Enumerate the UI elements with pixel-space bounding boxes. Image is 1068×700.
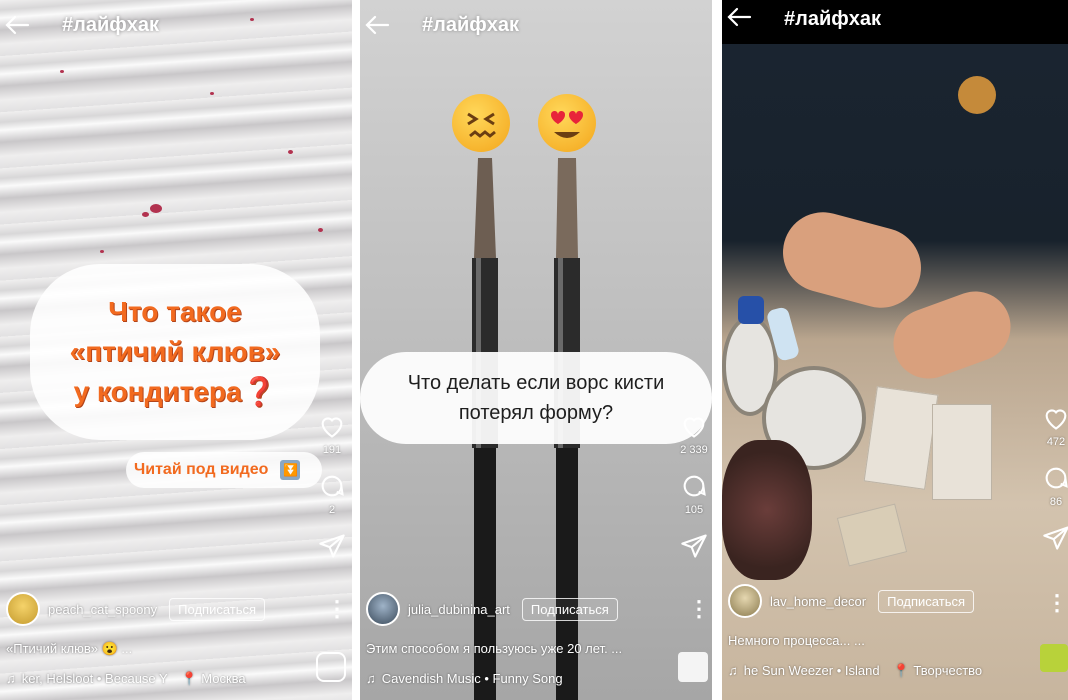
music-row[interactable]: ♫ he Sun Weezer • Island 📍 Творчество bbox=[728, 663, 982, 679]
paint-jar bbox=[738, 296, 764, 324]
read-below-chip: Читай под видео ⏬ bbox=[126, 452, 322, 488]
like-count: 191 bbox=[322, 444, 342, 456]
gallery-icon[interactable] bbox=[316, 652, 346, 682]
location-pin-icon: 📍 bbox=[893, 663, 910, 678]
confounded-face-icon bbox=[452, 94, 510, 152]
caption[interactable]: Немного процесса... ... bbox=[728, 633, 865, 648]
side-actions: 2 339 105 bbox=[676, 412, 712, 560]
like-count: 472 bbox=[1046, 436, 1066, 448]
hashtag-title: #лайфхак bbox=[422, 14, 520, 36]
subscribe-button[interactable]: Подписаться bbox=[169, 597, 266, 621]
send-icon[interactable] bbox=[1042, 524, 1068, 552]
comment-icon[interactable] bbox=[318, 472, 346, 500]
header: #лайфхак bbox=[360, 8, 712, 44]
avatar[interactable] bbox=[366, 592, 400, 626]
caption[interactable]: «Птичий клюв» 😮 ... bbox=[6, 641, 132, 657]
music-row[interactable]: ♫ ker, Helsloot • Because Y 📍 Москва bbox=[6, 671, 246, 687]
overlay-line: у кондитера❓ bbox=[73, 376, 277, 407]
subscribe-button[interactable]: Подписаться bbox=[521, 597, 618, 621]
comment-count: 86 bbox=[1049, 496, 1063, 508]
username[interactable]: peach_cat_spoony bbox=[48, 602, 157, 617]
side-actions: 191 2 bbox=[314, 412, 350, 560]
reel-panel-1: #лайфхак Что такое «птичий клюв» у конди… bbox=[0, 0, 352, 700]
reel-panel-3: #лайфхак 472 86 lav_home_decor Подписать… bbox=[722, 0, 1068, 700]
round-ornament bbox=[958, 76, 996, 114]
author-row: julia_dubinina_art Подписаться bbox=[366, 592, 618, 626]
overlay-line: «птичий клюв» bbox=[69, 336, 281, 367]
username[interactable]: lav_home_decor bbox=[770, 594, 866, 609]
overlay-line: Что делать если ворс кисти bbox=[407, 372, 665, 394]
music-note-icon: ♫ bbox=[728, 663, 738, 678]
chip-text: Читай под видео bbox=[134, 461, 269, 478]
music-track: ker, Helsloot • Because Y bbox=[21, 671, 168, 686]
heart-eyes-face-icon bbox=[538, 94, 596, 152]
overlay-text-bubble: Что такое «птичий клюв» у кондитера❓ bbox=[30, 264, 320, 440]
location: Творчество bbox=[913, 663, 983, 678]
more-vertical-icon[interactable]: ⋮ bbox=[1046, 592, 1068, 614]
dried-flowers bbox=[722, 440, 812, 580]
artwork-1 bbox=[863, 386, 939, 490]
music-track: he Sun Weezer • Island bbox=[743, 663, 880, 678]
subscribe-button[interactable]: Подписаться bbox=[878, 589, 975, 613]
more-vertical-icon[interactable]: ⋮ bbox=[688, 598, 710, 620]
heart-icon[interactable] bbox=[680, 412, 708, 440]
music-note-icon: ♫ bbox=[6, 671, 16, 686]
heart-icon[interactable] bbox=[318, 412, 346, 440]
overlay-line: потерял форму? bbox=[458, 402, 614, 424]
side-actions: 472 86 bbox=[1038, 404, 1068, 552]
music-track: Cavendish Music • Funny Song bbox=[381, 671, 563, 686]
comment-icon[interactable] bbox=[1042, 464, 1068, 492]
audio-thumbnail[interactable] bbox=[1040, 644, 1068, 672]
author-row: peach_cat_spoony Подписаться bbox=[6, 592, 266, 626]
more-vertical-icon[interactable]: ⋮ bbox=[326, 598, 348, 620]
like-count: 2 339 bbox=[680, 444, 708, 456]
location: Москва bbox=[201, 671, 246, 686]
music-row[interactable]: ♫ Cavendish Music • Funny Song bbox=[366, 671, 563, 686]
send-icon[interactable] bbox=[680, 532, 708, 560]
location-pin-icon: 📍 bbox=[181, 671, 198, 686]
arrow-left-icon[interactable] bbox=[364, 14, 390, 36]
header: #лайфхак bbox=[722, 0, 1068, 44]
arrow-down-icon: ⏬ bbox=[280, 460, 301, 480]
caption[interactable]: Этим способом я пользуюсь уже 20 лет. ..… bbox=[366, 641, 622, 656]
artwork-2 bbox=[932, 404, 992, 500]
header: #лайфхак bbox=[0, 8, 352, 44]
arrow-left-icon[interactable] bbox=[726, 6, 752, 28]
comment-count: 2 bbox=[328, 504, 336, 516]
author-row: lav_home_decor Подписаться bbox=[728, 584, 975, 618]
avatar[interactable] bbox=[6, 592, 40, 626]
overlay-line: Что такое bbox=[108, 296, 242, 327]
hashtag-title: #лайфхак bbox=[62, 14, 160, 36]
music-note-icon: ♫ bbox=[366, 671, 376, 686]
avatar[interactable] bbox=[728, 584, 762, 618]
hashtag-title: #лайфхак bbox=[784, 8, 882, 30]
heart-icon[interactable] bbox=[1042, 404, 1068, 432]
comment-icon[interactable] bbox=[680, 472, 708, 500]
comment-count: 105 bbox=[684, 504, 704, 516]
overlay-text-bubble: Что делать если ворс кисти потерял форму… bbox=[360, 352, 712, 444]
arrow-left-icon[interactable] bbox=[4, 14, 30, 36]
send-icon[interactable] bbox=[318, 532, 346, 560]
reel-panel-2: #лайфхак Что делать если ворс кисти поте… bbox=[360, 0, 712, 700]
username[interactable]: julia_dubinina_art bbox=[408, 602, 510, 617]
audio-thumbnail[interactable] bbox=[678, 652, 708, 682]
